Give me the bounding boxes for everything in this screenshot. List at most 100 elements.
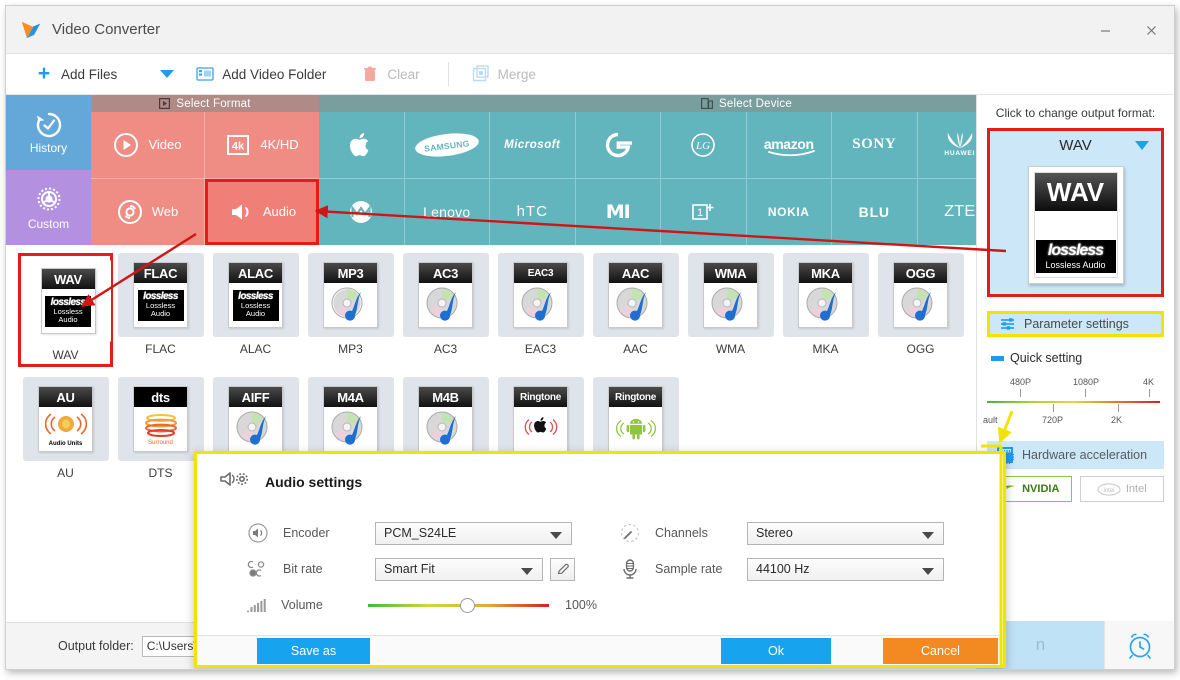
format-tile-video[interactable]: Video [91, 112, 205, 179]
device-tile-samsung-label: SAMSUNG [423, 138, 471, 154]
format-item-eac3[interactable]: EAC3 EAC3 [493, 253, 588, 367]
format-tile-4khd[interactable]: 4k 4K/HD [205, 112, 319, 179]
quality-label-default: ault [983, 415, 998, 425]
device-tile-blu[interactable]: BLU [832, 178, 918, 245]
output-format-box[interactable]: WAV WAV lossless Lossless Audio [987, 128, 1164, 297]
chrome-icon [117, 199, 143, 225]
ringtone-android-thumbnail: Ringtone [608, 386, 663, 452]
encoder-select[interactable]: PCM_S24LE [375, 521, 572, 545]
format-tile-web[interactable]: Web [91, 178, 205, 245]
audio-settings-header: Audio settings [197, 454, 1003, 495]
app-window: Video Converter + Add Files Add Video Fo… [5, 5, 1175, 670]
add-files-button[interactable]: + Add Files [34, 63, 117, 84]
format-item-wav[interactable]: WAV lossless Lossless Audio WAV [18, 253, 113, 367]
oneplus-icon: 1 [692, 203, 714, 220]
title-bar: Video Converter [6, 6, 1174, 54]
gpu-intel-button[interactable]: intel Intel [1079, 476, 1164, 502]
device-tile-microsoft[interactable]: Microsoft [490, 112, 576, 179]
sliders-icon [1000, 317, 1016, 331]
device-tile-nokia-label: NOKIA [767, 204, 810, 219]
main-toolbar: + Add Files Add Video Folder Clear Merge [6, 54, 1174, 95]
close-button[interactable] [1128, 6, 1174, 54]
audio-settings-right-column: Channels Stereo Sample rate 44100 Hz [597, 515, 997, 623]
format-item-mka[interactable]: MKA MKA [778, 253, 873, 367]
channels-select[interactable]: Stereo [747, 521, 944, 545]
aiff-thumbnail: AIFF [228, 386, 283, 452]
format-item-mp3[interactable]: MP3 MP3 [303, 253, 398, 367]
format-item-au[interactable]: AU Audio Units AU [18, 377, 113, 494]
clear-button[interactable]: Clear [360, 64, 420, 84]
format-item-ogg[interactable]: OGG OGG [873, 253, 968, 367]
device-tile-lenovo[interactable]: Lenovo [404, 178, 490, 245]
bitrate-select[interactable]: Smart Fit [375, 557, 543, 581]
schedule-button[interactable] [1104, 621, 1174, 669]
bitrate-icon [245, 557, 271, 581]
format-tile-audio[interactable]: Audio [205, 178, 319, 245]
chevron-down-icon[interactable] [157, 64, 177, 84]
device-tile-xiaomi[interactable]: MI [575, 178, 661, 245]
wav-selection-highlight: WAV lossless Lossless Audio WAV [18, 253, 113, 367]
disc-note-icon [328, 284, 374, 326]
disc-note-icon [613, 284, 659, 326]
sidebar-item-history[interactable]: History [6, 95, 91, 170]
sidebar-item-custom[interactable]: Custom [6, 170, 91, 245]
format-tile-video-label: Video [148, 137, 182, 153]
merge-button[interactable]: Merge [471, 64, 536, 84]
surround-icon [144, 413, 177, 437]
device-tile-apple[interactable] [319, 112, 405, 179]
add-video-folder-button[interactable]: Add Video Folder [195, 64, 326, 84]
format-item-flac[interactable]: FLAC lossless Lossless Audio FLAC [113, 253, 208, 367]
format-item-aac[interactable]: AAC AAC [588, 253, 683, 367]
save-as-button[interactable]: Save as [257, 638, 370, 664]
huawei-icon [947, 132, 973, 149]
format-item-wma-label: WMA [715, 342, 746, 356]
minimize-button[interactable] [1082, 6, 1128, 54]
disc-note-icon [423, 408, 469, 450]
encoder-value: PCM_S24LE [384, 526, 457, 540]
device-tile-nokia[interactable]: NOKIA [746, 178, 832, 245]
device-tile-motorola[interactable] [319, 178, 405, 245]
lg-icon: LG [691, 132, 716, 157]
format-tile-audio-label: Audio [262, 204, 297, 220]
alac-thumbnail: ALAC lossless Lossless Audio [228, 262, 283, 328]
chevron-down-icon[interactable] [1135, 141, 1149, 150]
cancel-button[interactable]: Cancel [883, 638, 998, 664]
encoder-label: Encoder [283, 526, 330, 540]
format-item-eac3-label: EAC3 [524, 342, 557, 356]
hardware-acceleration-row[interactable]: Hardware acceleration [987, 441, 1164, 469]
samplerate-select[interactable]: 44100 Hz [747, 557, 944, 581]
device-tile-blu-label: BLU [858, 203, 890, 220]
format-item-ac3[interactable]: AC3 AC3 [398, 253, 493, 367]
format-item-aac-label: AAC [623, 342, 648, 356]
disc-note-icon [518, 284, 564, 326]
device-tile-amazon[interactable]: amazon [746, 112, 832, 179]
device-tile-google[interactable] [575, 112, 661, 179]
device-tile-htc[interactable]: hTC [490, 178, 576, 245]
intel-icon: intel [1097, 482, 1121, 496]
device-tile-lg[interactable]: LG [661, 112, 747, 179]
volume-slider[interactable] [368, 597, 550, 613]
device-tile-oneplus[interactable]: 1 [661, 178, 747, 245]
format-icon [159, 98, 171, 109]
parameter-settings-button[interactable]: Parameter settings [987, 311, 1164, 337]
format-tile-web-label: Web [151, 204, 179, 220]
audio-settings-body: Encoder PCM_S24LE Bit rate Smart Fit Vol… [197, 495, 1003, 623]
left-nav: History Custom [6, 95, 91, 245]
device-tile-sony[interactable]: SONY [832, 112, 918, 179]
channels-icon [617, 521, 643, 545]
trash-icon [360, 64, 380, 84]
volume-slider-knob[interactable] [460, 597, 476, 613]
channels-value: Stereo [756, 526, 793, 540]
bitrate-row: Bit rate Smart Fit [245, 551, 597, 587]
ok-button[interactable]: Ok [721, 638, 831, 664]
format-item-wma[interactable]: WMA WMA [683, 253, 778, 367]
quality-slider[interactable]: 480P 1080P 4K ault 720P 2K [983, 377, 1166, 429]
ringtone-apple-thumbnail: Ringtone [513, 386, 568, 452]
apple-ringtone-icon [524, 417, 557, 436]
device-tile-sony-label: SONY [852, 136, 897, 153]
device-tile-huawei-label: HUAWEI [944, 150, 976, 158]
select-format-label: Select Format [176, 97, 251, 110]
bitrate-edit-button[interactable] [550, 557, 575, 581]
device-tile-samsung[interactable]: SAMSUNG [404, 112, 490, 179]
format-item-alac[interactable]: ALAC lossless Lossless Audio ALAC [208, 253, 303, 367]
